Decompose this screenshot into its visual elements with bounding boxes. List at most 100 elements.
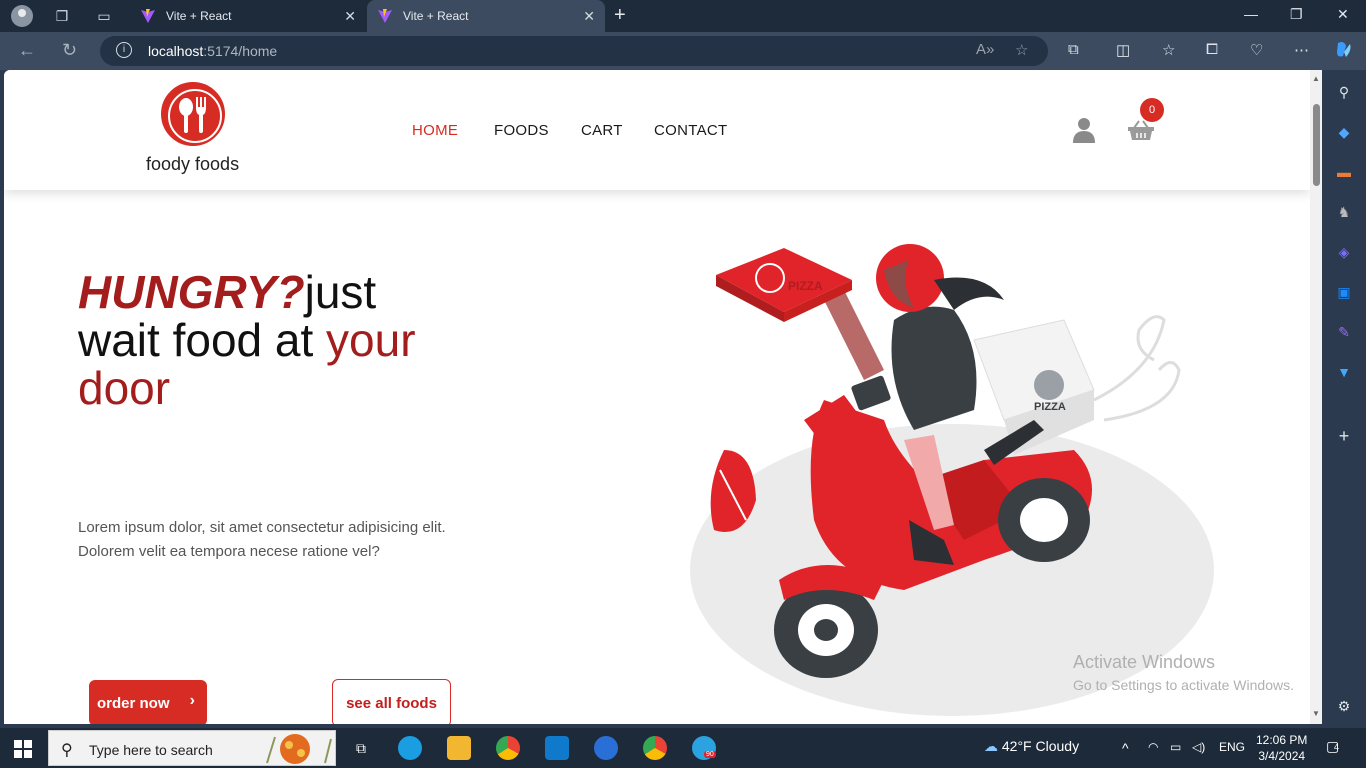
site-info-icon[interactable]: i [116, 42, 132, 58]
copilot-icon[interactable] [1334, 40, 1354, 64]
hero-title-door: door [78, 362, 171, 414]
shopping-icon[interactable]: ◆ [1334, 122, 1354, 142]
clock-time: 12:06 PM [1256, 733, 1308, 747]
drop-icon[interactable]: ▼ [1334, 362, 1354, 382]
tray-overflow-icon[interactable]: ^ [1122, 740, 1129, 756]
windows-taskbar: ⚲ Type here to search ⧉ 90 ☁ 42°F Cloudy… [0, 728, 1366, 768]
collections-icon[interactable]: ⧠ [1206, 41, 1218, 58]
search-highlight-image [266, 734, 332, 764]
settings-icon[interactable]: ⚙ [1334, 696, 1354, 716]
nav-cart[interactable]: CART [581, 122, 623, 139]
page-scrollbar[interactable]: ▲ ▼ [1310, 70, 1322, 724]
close-tab-icon[interactable]: ✕ [344, 8, 356, 25]
cloud-icon: ☁ [984, 738, 998, 754]
weather-text: 42°F Cloudy [1001, 738, 1080, 754]
more-menu-icon[interactable]: ⋯ [1294, 41, 1309, 59]
system-clock[interactable]: 12:06 PM 3/4/2024 [1256, 732, 1307, 764]
split-screen-icon[interactable]: ◫ [1116, 41, 1130, 59]
favorites-icon[interactable]: ☆ [1162, 41, 1175, 59]
performance-icon[interactable]: ♡ [1250, 41, 1263, 59]
task-view-icon[interactable]: ⧉ [350, 737, 372, 759]
chevron-right-icon: › [189, 692, 195, 709]
windows-start-icon[interactable] [14, 740, 32, 758]
battery-icon[interactable]: ▭ [1170, 740, 1181, 754]
scroll-down-icon[interactable]: ▼ [1312, 709, 1320, 718]
tab-2-title: Vite + React [403, 9, 469, 23]
vscode-app-icon[interactable] [545, 736, 569, 760]
shopping-basket-icon[interactable] [1128, 120, 1154, 140]
nav-contact[interactable]: CONTACT [654, 122, 727, 139]
clock-date: 3/4/2024 [1258, 749, 1306, 763]
tab-1-title: Vite + React [166, 9, 232, 23]
order-now-label: order now [97, 694, 170, 712]
site-header: foody foods HOME FOODS CART CONTACT 0 [4, 70, 1310, 190]
taskbar-search[interactable]: ⚲ Type here to search [48, 730, 336, 766]
web-page: foody foods HOME FOODS CART CONTACT 0 HU… [4, 70, 1322, 724]
designer-icon[interactable]: ✎ [1334, 322, 1354, 342]
watermark-title: Activate Windows [1073, 652, 1216, 672]
refresh-icon[interactable]: ↻ [62, 40, 77, 61]
vite-icon [141, 9, 155, 23]
weather-widget[interactable]: ☁ 42°F Cloudy [984, 738, 1079, 755]
games-icon[interactable]: ♞ [1334, 202, 1354, 222]
notification-center-icon[interactable]: ▢ 4 [1326, 738, 1339, 755]
activate-windows-watermark: Activate Windows Go to Settings to activ… [1073, 652, 1294, 693]
pizza-box-text: PIZZA [788, 279, 823, 293]
workspaces-icon[interactable]: ❐ [51, 5, 73, 27]
hero-title-wait: wait food at [78, 314, 327, 366]
add-sidebar-app-icon[interactable]: + [1334, 426, 1354, 446]
address-bar[interactable]: i localhost:5174/home A» ☆ [100, 36, 1048, 66]
order-now-button[interactable]: order now › [89, 680, 207, 724]
office-icon[interactable]: ◈ [1334, 242, 1354, 262]
hero-title-your: your [326, 314, 416, 366]
chrome-app-icon[interactable] [496, 736, 520, 760]
favorite-star-icon[interactable]: ☆ [1015, 41, 1028, 59]
tab-2-active[interactable]: Vite + React ✕ [367, 0, 605, 32]
vite-icon [378, 9, 392, 23]
browser-titlebar: ❐ ▭ Vite + React ✕ Vite + React ✕ + — ❐ … [0, 0, 1366, 32]
search-icon[interactable]: ⚲ [1334, 82, 1354, 102]
read-aloud-icon[interactable]: A» [976, 41, 994, 58]
file-explorer-icon[interactable] [447, 736, 471, 760]
hero-title: HUNGRY?just wait food at your door [78, 268, 518, 412]
hero-description: Lorem ipsum dolor, sit amet consectetur … [78, 519, 446, 560]
volume-icon[interactable]: ◁) [1192, 740, 1205, 754]
scroll-up-icon[interactable]: ▲ [1312, 74, 1320, 83]
scrollbar-thumb[interactable] [1313, 104, 1320, 186]
profile-icon[interactable] [11, 5, 33, 27]
extensions-icon[interactable]: ⧉ [1068, 41, 1079, 58]
outlook-icon[interactable]: ▣ [1334, 282, 1354, 302]
back-icon[interactable]: ← [18, 40, 36, 61]
close-tab-icon[interactable]: ✕ [583, 8, 595, 25]
see-all-foods-button[interactable]: see all foods [332, 679, 451, 724]
cart-count-badge: 0 [1140, 98, 1164, 122]
vpn-app-icon[interactable] [594, 736, 618, 760]
nav-home[interactable]: HOME [412, 122, 458, 139]
restore-button[interactable]: ❐ [1290, 6, 1303, 23]
close-window-button[interactable]: ✕ [1337, 6, 1349, 23]
user-icon[interactable] [1072, 117, 1096, 143]
tab-1[interactable]: Vite + React ✕ [130, 0, 366, 32]
brand-name[interactable]: foody foods [146, 154, 239, 175]
tools-icon[interactable]: ▬ [1334, 162, 1354, 182]
watermark-subtitle: Go to Settings to activate Windows. [1073, 677, 1294, 693]
tab-actions-icon[interactable]: ▭ [93, 5, 115, 27]
new-tab-button[interactable]: + [614, 4, 626, 27]
telegram-app-icon[interactable]: 90 [692, 736, 716, 760]
url-text[interactable]: localhost:5174/home [148, 43, 277, 59]
search-placeholder: Type here to search [89, 742, 213, 758]
hero-title-hungry: HUNGRY? [78, 266, 305, 318]
logo-icon[interactable] [161, 82, 225, 146]
nav-foods[interactable]: FOODS [494, 122, 549, 139]
chrome-profile-app-icon[interactable] [643, 736, 667, 760]
delivery-bag-text: PIZZA [1034, 401, 1066, 413]
wifi-icon[interactable]: ◠ [1148, 740, 1158, 754]
minimize-button[interactable]: — [1244, 6, 1258, 22]
delivery-scooter-illustration: PIZZA PIZZA [690, 244, 1214, 716]
telegram-badge: 90 [704, 751, 716, 758]
language-indicator[interactable]: ENG [1219, 740, 1245, 754]
hero-title-just: just [304, 266, 377, 318]
edge-app-icon[interactable] [398, 736, 422, 760]
search-icon: ⚲ [61, 742, 73, 759]
notification-count: 4 [1334, 742, 1340, 752]
